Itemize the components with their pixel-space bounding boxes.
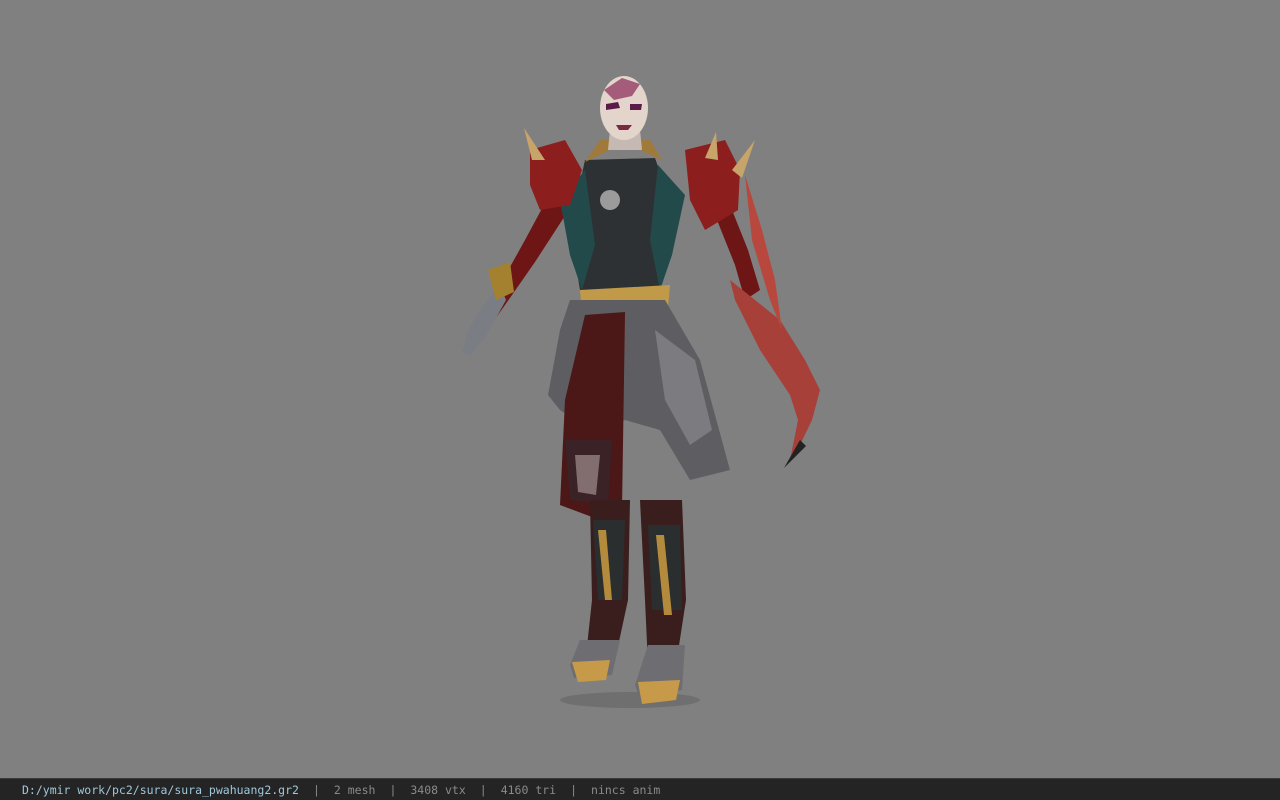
file-path: D:/ymir work/pc2/sura/sura_pwahuang2.gr2 (22, 782, 299, 797)
3d-viewport[interactable] (0, 0, 1280, 778)
mesh-count: 2 mesh (333, 782, 376, 797)
status-separator: | (570, 782, 578, 797)
model-shadow (560, 692, 700, 708)
triangle-count: 4160 tri (500, 782, 557, 797)
vertex-count: 3408 vtx (410, 782, 466, 797)
status-separator: | (389, 782, 397, 797)
status-separator: | (312, 782, 320, 797)
status-bar: D:/ymir work/pc2/sura/sura_pwahuang2.gr2… (0, 778, 1280, 800)
character-model[interactable] (440, 70, 840, 720)
animation-status: nincs anim (591, 782, 661, 797)
status-separator: | (479, 782, 487, 797)
model-body (462, 76, 820, 704)
